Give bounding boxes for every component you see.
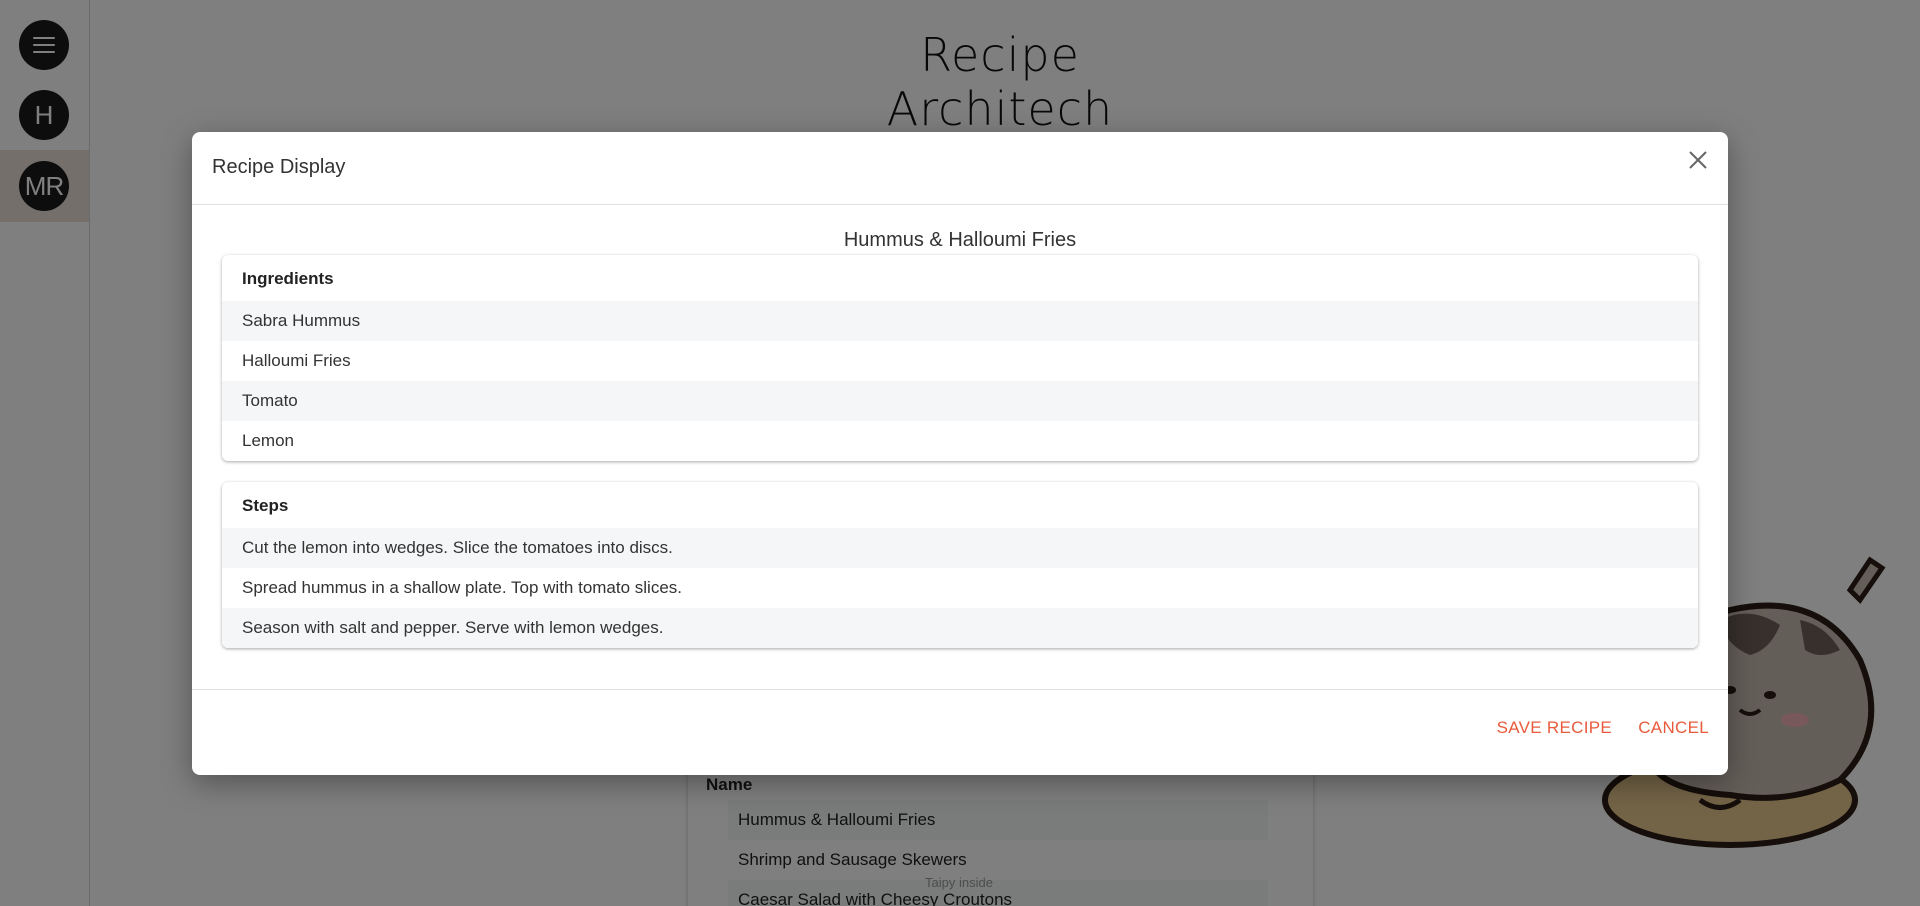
steps-card: Steps Cut the lemon into wedges. Slice t… bbox=[222, 482, 1698, 648]
save-recipe-button[interactable]: SAVE RECIPE bbox=[1497, 718, 1612, 738]
recipe-name: Hummus & Halloumi Fries bbox=[843, 229, 1077, 251]
ingredient-item: Lemon bbox=[242, 431, 294, 450]
ingredient-item: Tomato bbox=[222, 381, 1698, 421]
ingredients-card: Ingredients Sabra Hummus Halloumi Fries … bbox=[222, 255, 1698, 461]
dialog-footer: SAVE RECIPE CANCEL bbox=[192, 689, 1728, 775]
step-item: Cut the lemon into wedges. Slice the tom… bbox=[222, 528, 1698, 568]
close-icon[interactable] bbox=[1684, 146, 1712, 174]
ingredient-item: Sabra Hummus bbox=[222, 301, 1698, 341]
ingredients-header: Ingredients bbox=[242, 269, 334, 288]
cancel-button[interactable]: CANCEL bbox=[1638, 718, 1709, 738]
dialog-title: Recipe Display bbox=[212, 156, 346, 178]
step-item: Spread hummus in a shallow plate. Top wi… bbox=[242, 578, 683, 597]
ingredient-item: Halloumi Fries bbox=[242, 351, 351, 370]
step-item: Season with salt and pepper. Serve with … bbox=[222, 608, 1698, 648]
dialog-header: Recipe Display bbox=[192, 132, 1728, 205]
recipe-display-dialog: Recipe Display Hummus & Halloumi Fries I… bbox=[192, 132, 1728, 775]
steps-header: Steps bbox=[242, 496, 289, 515]
